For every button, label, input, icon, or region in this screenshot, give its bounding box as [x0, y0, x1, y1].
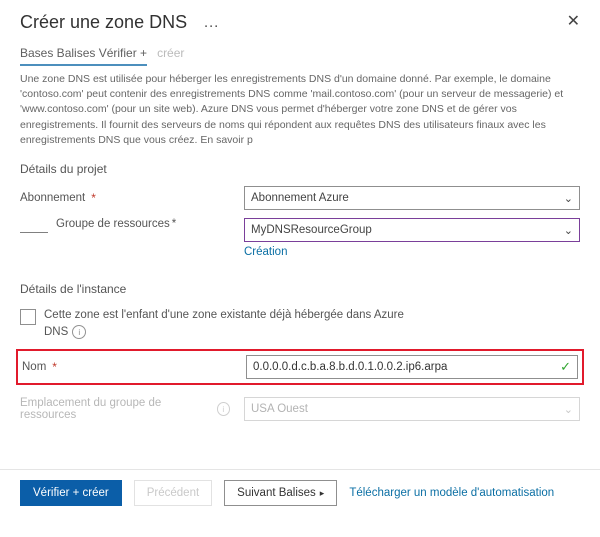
- arrow-right-icon: ▸: [320, 488, 325, 499]
- section-instance-title: Détails de l'instance: [0, 260, 600, 304]
- row-child-zone: Cette zone est l'enfant d'une zone exist…: [0, 304, 600, 325]
- label-resource-group: Groupe de ressources *: [20, 218, 230, 233]
- chevron-down-icon: ⌄: [564, 403, 573, 416]
- input-name[interactable]: 0.0.0.0.d.c.b.a.8.b.d.0.1.0.0.2.ip6.arpa…: [246, 355, 578, 379]
- select-location: USA Ouest ⌄: [244, 397, 580, 421]
- tab-create: créer: [157, 46, 184, 64]
- dns-label-text: DNS: [44, 326, 68, 338]
- required-icon: *: [52, 360, 57, 374]
- highlight-name-field: Nom * 0.0.0.0.d.c.b.a.8.b.d.0.1.0.0.2.ip…: [16, 349, 584, 385]
- section-project-title: Détails du projet: [0, 148, 600, 184]
- input-name-value: 0.0.0.0.d.c.b.a.8.b.d.0.1.0.0.2.ip6.arpa: [253, 361, 447, 373]
- row-subscription: Abonnement * Abonnement Azure ⌄: [0, 184, 600, 212]
- button-next[interactable]: Suivant Balises ▸: [224, 480, 337, 506]
- label-location: Emplacement du groupe de ressources i: [20, 397, 230, 421]
- button-previous: Précédent: [134, 480, 212, 506]
- button-verify-create[interactable]: Vérifier + créer: [20, 480, 122, 506]
- required-icon: *: [91, 191, 96, 205]
- link-create-resource-group[interactable]: Création: [244, 246, 287, 258]
- select-subscription-value: Abonnement Azure: [251, 192, 349, 204]
- select-resource-group[interactable]: MyDNSResourceGroup ⌄: [244, 218, 580, 242]
- tab-steps[interactable]: Bases Balises Vérifier +: [20, 46, 147, 66]
- intro-text-content: Une zone DNS est utilisée pour héberger …: [20, 73, 563, 146]
- footer-bar: Vérifier + créer Précédent Suivant Balis…: [0, 470, 600, 516]
- required-icon: *: [172, 218, 176, 230]
- label-name: Nom *: [22, 360, 232, 374]
- info-icon: i: [217, 402, 230, 416]
- page-title: Créer une zone DNS: [20, 12, 187, 33]
- label-child-zone: Cette zone est l'enfant d'une zone exist…: [44, 308, 404, 323]
- chevron-down-icon: ⌄: [564, 192, 573, 205]
- close-icon[interactable]: ✕: [563, 10, 584, 34]
- valid-check-icon: ✓: [560, 359, 571, 375]
- link-download-template[interactable]: Télécharger un modèle d'automatisation: [349, 487, 554, 499]
- label-subscription: Abonnement *: [20, 191, 230, 205]
- select-resource-group-value: MyDNSResourceGroup: [251, 224, 372, 236]
- chevron-down-icon: ⌄: [564, 224, 573, 237]
- tab-bar: Bases Balises Vérifier + créer: [0, 42, 600, 66]
- more-icon[interactable]: …: [203, 13, 219, 31]
- row-location: Emplacement du groupe de ressources i US…: [0, 391, 600, 423]
- row-resource-group: Groupe de ressources * MyDNSResourceGrou…: [0, 212, 600, 260]
- info-icon[interactable]: i: [72, 325, 86, 339]
- checkbox-child-zone[interactable]: [20, 309, 36, 325]
- intro-text: Une zone DNS est utilisée pour héberger …: [0, 66, 600, 148]
- rg-indent-line: [20, 218, 48, 233]
- row-dns-label: DNS i: [0, 325, 600, 339]
- panel-header: Créer une zone DNS … ✕: [0, 0, 600, 42]
- select-subscription[interactable]: Abonnement Azure ⌄: [244, 186, 580, 210]
- select-location-value: USA Ouest: [251, 403, 308, 415]
